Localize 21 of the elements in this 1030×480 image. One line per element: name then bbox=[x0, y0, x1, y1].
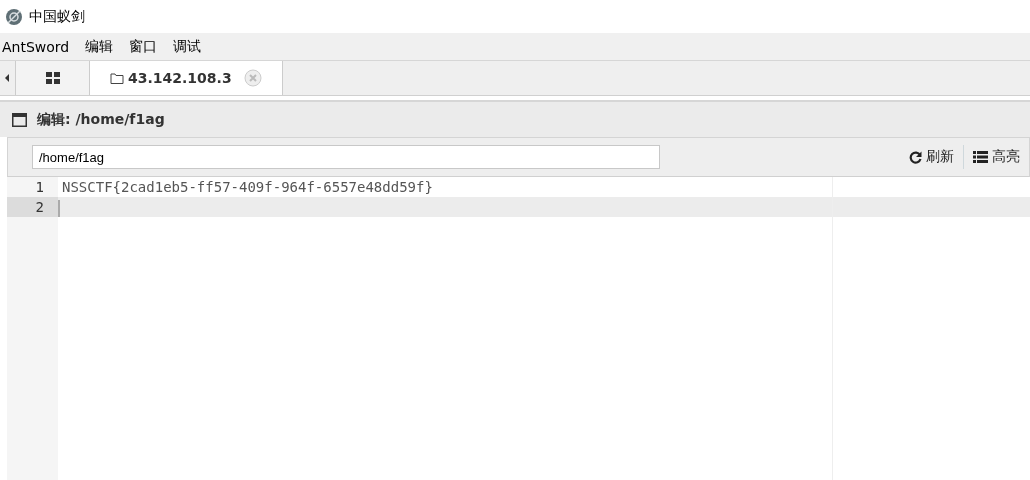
text-cursor bbox=[58, 199, 60, 217]
window-icon bbox=[12, 112, 27, 127]
path-field[interactable]: /home/f1ag bbox=[32, 145, 660, 169]
menu-item[interactable]: 窗口 bbox=[127, 37, 172, 56]
code-line: NSSCTF{2cad1eb5-ff57-409f-964f-6557e48dd59f} bbox=[61, 179, 433, 195]
menu-item[interactable]: 编辑 bbox=[83, 37, 128, 56]
line-number: 1 bbox=[34, 178, 45, 197]
line-number: 2 bbox=[7, 197, 58, 217]
tab[interactable]: 43.142.108.3 bbox=[90, 61, 283, 95]
folder-icon bbox=[110, 72, 124, 84]
grid-icon bbox=[45, 72, 60, 84]
tab[interactable] bbox=[16, 61, 90, 95]
menu-item[interactable]: 调试 bbox=[171, 37, 216, 56]
highlight-button[interactable]: 高亮 bbox=[964, 148, 1029, 166]
refresh-button[interactable]: 刷新 bbox=[900, 148, 963, 166]
menu-item[interactable]: AntSword bbox=[0, 38, 84, 55]
panel-title: 编辑: /home/f1ag bbox=[37, 110, 165, 129]
app-logo-icon bbox=[5, 7, 23, 26]
refresh-icon bbox=[909, 150, 922, 164]
window-title: 中国蚁剑 bbox=[29, 7, 85, 26]
list-icon bbox=[973, 151, 988, 163]
